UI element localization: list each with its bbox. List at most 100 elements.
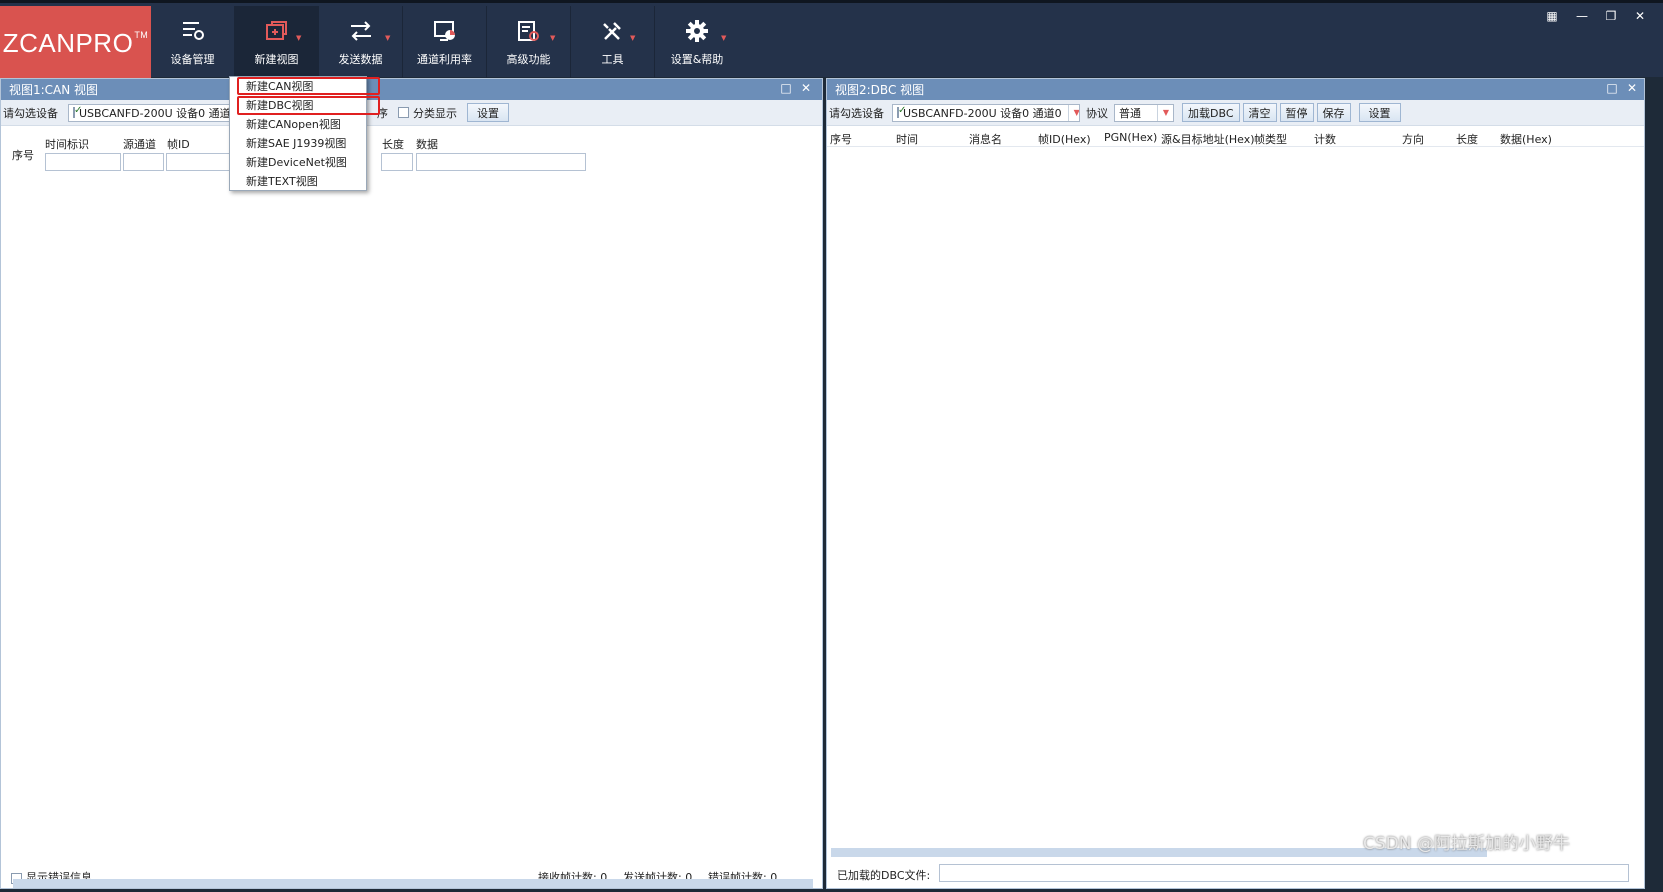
chevron-down-icon: ▼ — [296, 34, 302, 42]
clear-button[interactable]: 清空 — [1242, 103, 1277, 122]
toolbar-label: 高级功能 — [506, 53, 551, 66]
dbc-view-panel: 视图2:DBC 视图 □ ✕ 请勾选设备 USBCANFD-200U 设备0 通… — [826, 78, 1645, 889]
save-button[interactable]: 保存 — [1316, 103, 1351, 122]
filter-input-channel[interactable] — [123, 153, 164, 171]
device-select-value: USBCANFD-200U 设备0 通道0 — [903, 106, 1062, 120]
device-select[interactable]: USBCANFD-200U 设备0 通道0 ▼ — [892, 103, 1080, 122]
row-number-header: 序号 — [12, 149, 34, 162]
device-checkbox[interactable] — [73, 105, 82, 118]
horizontal-scrollbar[interactable] — [13, 879, 813, 888]
col-header: 计数 — [1314, 133, 1336, 146]
watermark: CSDN @阿拉斯加的小野牛 — [1363, 834, 1570, 854]
minimize-icon[interactable]: — — [1570, 9, 1594, 23]
dbc-view-toolbar: 请勾选设备 USBCANFD-200U 设备0 通道0 ▼ 协议 普通 ▼ 加载DB… — [827, 100, 1644, 126]
col-header: 帧ID — [167, 138, 190, 151]
logo-tm: TM — [134, 30, 149, 40]
device-select[interactable]: USBCANFD-200U 设备0 通道C — [68, 103, 238, 122]
can-view-toolbar: 请勾选设备 USBCANFD-200U 设备0 通道C 序 分类显示 设置 — [1, 100, 822, 126]
load-dbc-button[interactable]: 加载DBC — [1182, 103, 1240, 122]
col-header: 序号 — [830, 133, 852, 146]
chevron-down-icon[interactable]: ▼ — [1067, 104, 1079, 121]
maximize-icon[interactable]: □ — [777, 81, 795, 95]
col-header: 数据 — [416, 138, 438, 151]
advanced-icon — [517, 21, 539, 41]
filter-input-data[interactable] — [416, 153, 586, 171]
chevron-down-icon: ▼ — [385, 34, 391, 42]
logo-text: ZCANPRO — [2, 27, 134, 58]
panel-title: 视图1:CAN 视图 — [9, 83, 99, 97]
menu-item-new-devicenet-view[interactable]: 新建DeviceNet视图 — [246, 154, 347, 171]
toolbar-send-data-button[interactable]: 发送数据 ▼ — [319, 6, 403, 80]
device-checkbox[interactable] — [897, 105, 906, 118]
toolbar-label: 设备管理 — [170, 53, 215, 66]
filter-input-frameid[interactable] — [166, 153, 232, 171]
device-label: 请勾选设备 — [3, 106, 58, 120]
toolbar-channel-usage-button[interactable]: 通道利用率 — [403, 6, 487, 80]
app-logo: ZCANPRO TM — [0, 6, 151, 80]
loaded-dbc-label: 已加载的DBC文件: — [837, 869, 931, 882]
menu-item-new-text-view[interactable]: 新建TEXT视图 — [246, 173, 318, 190]
maximize-icon[interactable]: □ — [1603, 81, 1621, 95]
col-header: 源&目标地址(Hex) — [1161, 133, 1255, 146]
dbc-view-title-bar: 视图2:DBC 视图 □ ✕ — [827, 79, 1644, 100]
toolbar-label: 通道利用率 — [417, 53, 472, 66]
pause-button[interactable]: 暂停 — [1279, 103, 1314, 122]
menu-item-new-canopen-view[interactable]: 新建CANopen视图 — [246, 116, 341, 133]
toolbar-label: 设置&帮助 — [670, 53, 724, 66]
toolbar-tools-button[interactable]: 工具 ▼ — [571, 6, 655, 80]
send-data-icon — [350, 21, 371, 41]
toolbar-advanced-button[interactable]: 高级功能 ▼ — [487, 6, 571, 80]
col-header: 消息名 — [969, 133, 1002, 146]
chevron-down-icon: ▼ — [630, 34, 636, 42]
classify-label: 分类显示 — [413, 106, 457, 120]
col-header: 长度 — [382, 138, 404, 151]
protocol-select-value: 普通 — [1119, 106, 1141, 120]
col-header: 帧类型 — [1254, 133, 1287, 146]
dbc-table-header: 序号 时间 消息名 帧ID(Hex) PGN(Hex) 源&目标地址(Hex) … — [827, 127, 1644, 147]
device-manage-icon — [182, 22, 204, 40]
chevron-down-icon: ▼ — [721, 34, 727, 42]
col-header: 长度 — [1456, 133, 1478, 146]
tools-icon — [602, 22, 621, 40]
loaded-dbc-field[interactable] — [939, 864, 1629, 882]
settings-button[interactable]: 设置 — [1358, 103, 1401, 122]
toolbar-label: 新建视图 — [254, 53, 299, 66]
toolbar-new-view-button[interactable]: 新建视图 ▼ — [235, 6, 319, 80]
toolbar-label: 工具 — [601, 53, 624, 66]
highlight-box — [237, 96, 380, 115]
col-header: 时间 — [896, 133, 918, 146]
filter-input-time[interactable] — [45, 153, 121, 171]
new-view-icon — [265, 21, 287, 40]
close-icon[interactable]: ✕ — [1623, 81, 1641, 95]
can-view-title-bar: 视图1:CAN 视图 □ ✕ — [1, 79, 822, 100]
filter-input-length[interactable] — [381, 153, 413, 171]
col-header: 方向 — [1402, 133, 1424, 146]
toolbar-device-manage-button[interactable]: 设备管理 — [151, 6, 235, 80]
device-select-value: USBCANFD-200U 设备0 通道C — [79, 106, 238, 120]
chevron-down-icon: ▼ — [550, 34, 556, 42]
close-icon[interactable]: ✕ — [1628, 9, 1652, 23]
panel-title: 视图2:DBC 视图 — [835, 83, 925, 97]
col-header: PGN(Hex) — [1104, 131, 1158, 144]
col-header: 数据(Hex) — [1500, 133, 1552, 146]
menu-item-new-j1939-view[interactable]: 新建SAE J1939视图 — [246, 135, 346, 152]
settings-button[interactable]: 设置 — [467, 103, 509, 122]
device-label: 请勾选设备 — [829, 106, 884, 120]
restore-icon[interactable]: ❐ — [1599, 9, 1623, 23]
ribbon-toolbar: ZCANPRO TM 设备管理 新建视图 ▼ 发送数据 ▼ 通道利用率 高级功能 … — [0, 0, 1663, 80]
toolbar-settings-help-button[interactable]: 设置&帮助 ▼ — [655, 6, 739, 80]
col-header: 帧ID(Hex) — [1038, 133, 1091, 146]
protocol-select[interactable]: 普通 ▼ — [1114, 103, 1174, 122]
col-header: 源通道 — [123, 138, 156, 151]
toolbar-label: 发送数据 — [338, 53, 383, 66]
chevron-down-icon[interactable]: ▼ — [1156, 104, 1169, 121]
col-header: 时间标识 — [45, 138, 89, 151]
channel-usage-icon — [433, 21, 455, 41]
close-icon[interactable]: ✕ — [797, 81, 815, 95]
protocol-label: 协议 — [1086, 106, 1108, 120]
can-view-panel: 视图1:CAN 视图 □ ✕ 请勾选设备 USBCANFD-200U 设备0 通… — [0, 78, 823, 889]
classify-checkbox[interactable] — [398, 107, 409, 118]
gear-icon — [686, 20, 708, 42]
grid-icon[interactable]: ▦ — [1540, 9, 1564, 23]
highlight-box — [237, 77, 380, 95]
